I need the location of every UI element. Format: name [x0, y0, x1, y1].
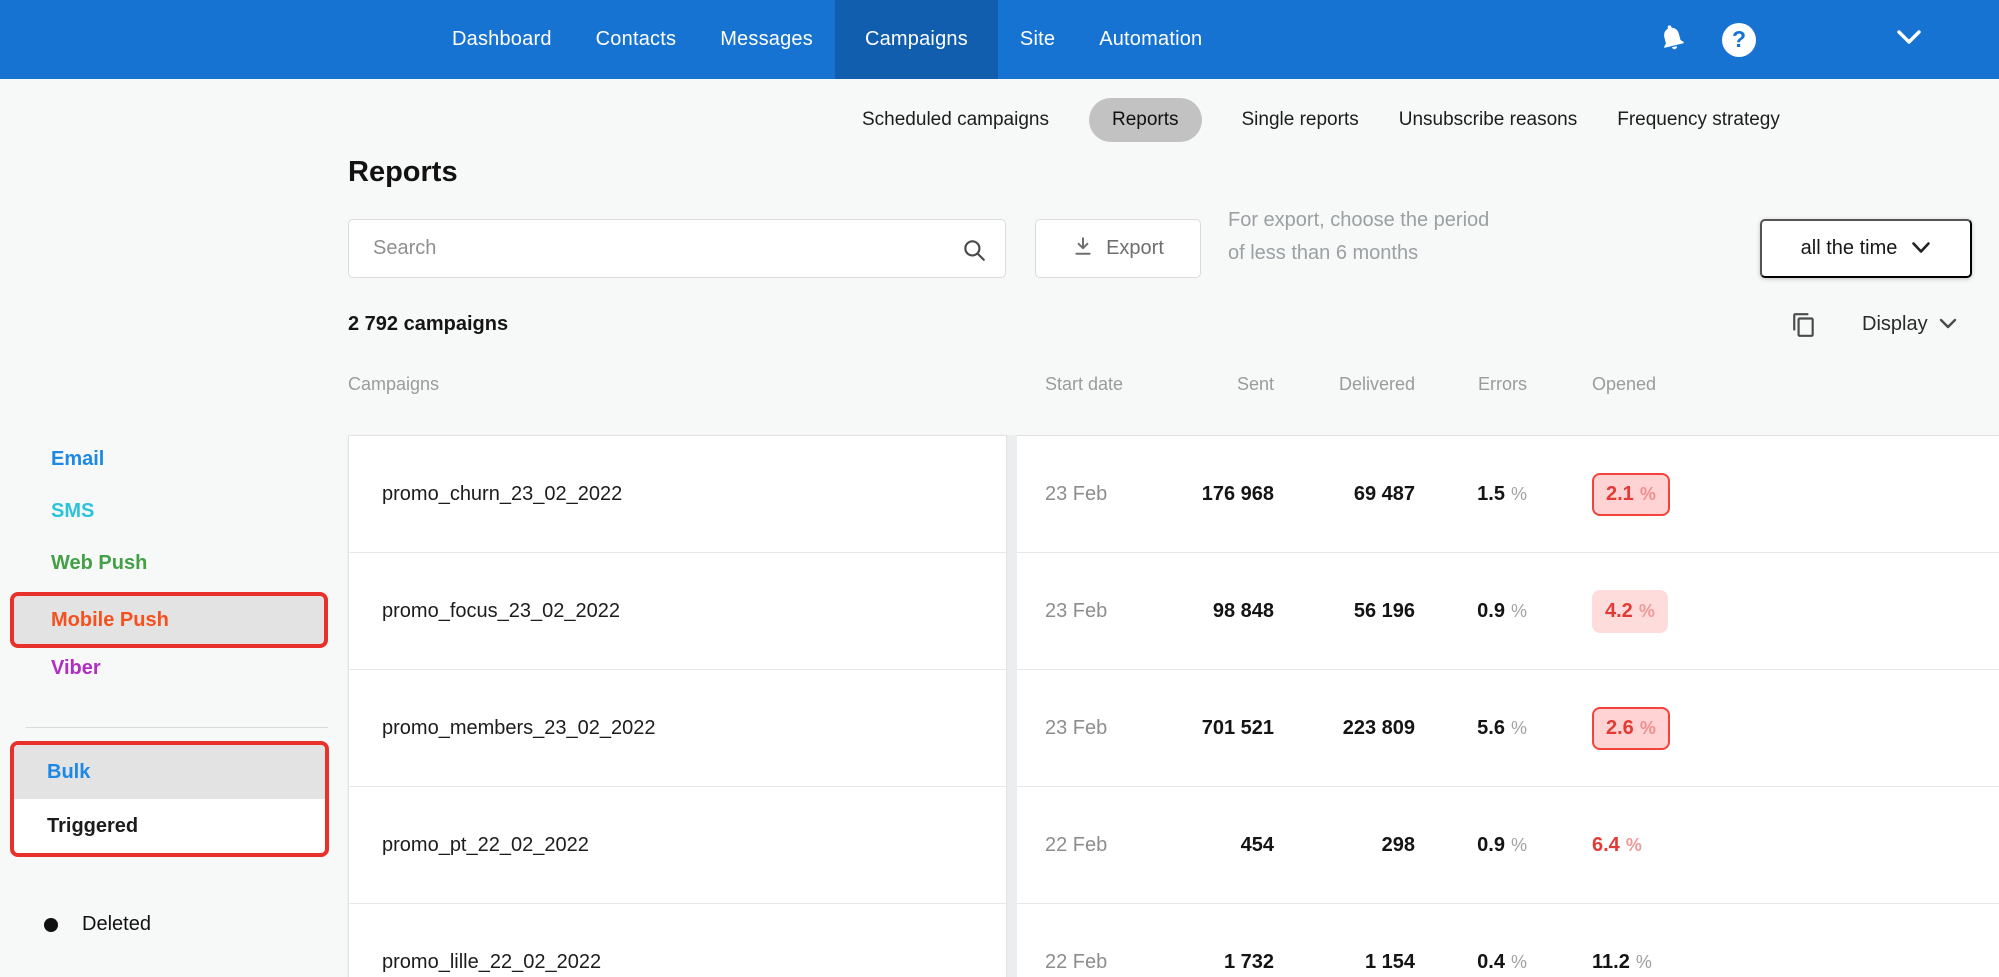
- sidebar-divider: [26, 727, 328, 728]
- table-row[interactable]: 22 Feb 1 732 1 154 0.4% 11.2%: [1017, 904, 1999, 977]
- table-row[interactable]: 22 Feb 454 298 0.9% 6.4%: [1017, 787, 1999, 904]
- opened-rate-badge: 4.2%: [1592, 589, 1668, 633]
- sent-cell: 98 848: [1212, 599, 1274, 622]
- content-copy-icon: [1791, 312, 1817, 341]
- notifications-button[interactable]: [1648, 0, 1696, 79]
- period-label: all the time: [1800, 237, 1898, 259]
- sidebar-item-sms[interactable]: SMS: [51, 498, 94, 524]
- campaigns-subnav: Scheduled campaigns Reports Single repor…: [862, 79, 1780, 161]
- subnav-reports[interactable]: Reports: [1088, 98, 1202, 142]
- opened-cell: 6.4%: [1592, 787, 1642, 903]
- app-window: Dashboard Contacts Messages Campaigns Si…: [0, 0, 1999, 977]
- sent-cell: 176 968: [1201, 482, 1274, 505]
- column-header-errors: Errors: [1478, 374, 1527, 394]
- export-button[interactable]: Export: [1035, 219, 1201, 278]
- bell-icon: [1657, 22, 1687, 57]
- sidebar-item-triggered[interactable]: Triggered: [14, 799, 325, 853]
- campaign-stats-column: 23 Feb 176 968 69 487 1.5% 2.1% 23 Feb 9…: [1017, 435, 1999, 977]
- start-date-cell: 22 Feb: [1045, 950, 1108, 973]
- page-title: Reports: [348, 156, 458, 188]
- delivered-cell: 223 809: [1342, 716, 1415, 739]
- opened-rate-badge: 11.2%: [1592, 950, 1652, 973]
- delivered-cell: 298: [1381, 833, 1415, 856]
- subnav-unsubscribe-reasons[interactable]: Unsubscribe reasons: [1399, 109, 1577, 131]
- errors-cell: 1.5%: [1477, 482, 1527, 505]
- sidebar-item-email[interactable]: Email: [51, 446, 104, 472]
- chevron-down-icon: [1939, 313, 1957, 336]
- nav-messages[interactable]: Messages: [698, 0, 835, 79]
- sidebar-item-viber[interactable]: Viber: [51, 655, 101, 681]
- opened-rate-badge: 2.6%: [1592, 706, 1670, 750]
- opened-rate-badge: 2.1%: [1592, 472, 1670, 516]
- table-row-name[interactable]: promo_lille_22_02_2022: [349, 904, 1006, 977]
- column-header-campaigns: Campaigns: [348, 374, 440, 394]
- nav-dashboard[interactable]: Dashboard: [430, 0, 574, 79]
- subnav-scheduled-campaigns[interactable]: Scheduled campaigns: [862, 109, 1049, 131]
- column-header-delivered: Delivered: [1338, 374, 1415, 394]
- help-icon: ?: [1722, 22, 1756, 57]
- download-icon: [1072, 235, 1094, 263]
- sent-cell: 454: [1240, 833, 1274, 856]
- errors-cell: 0.9%: [1477, 599, 1527, 622]
- sent-cell: 701 521: [1201, 716, 1274, 739]
- delivered-cell: 56 196: [1353, 599, 1415, 622]
- sidebar-item-bulk[interactable]: Bulk: [14, 745, 325, 799]
- table-row-name[interactable]: promo_pt_22_02_2022: [349, 787, 1006, 904]
- highlight-box-mobile-push: Mobile Push: [10, 592, 328, 648]
- deleted-dot-icon: [44, 917, 58, 932]
- table-row[interactable]: 23 Feb 176 968 69 487 1.5% 2.1%: [1017, 436, 1999, 553]
- column-header-opened: Opened: [1592, 374, 1657, 394]
- export-label: Export: [1106, 237, 1164, 259]
- sent-cell: 1 732: [1223, 950, 1274, 973]
- table-row-name[interactable]: promo_focus_23_02_2022: [349, 553, 1006, 670]
- delivered-cell: 1 154: [1364, 950, 1415, 973]
- chevron-down-icon: [1896, 29, 1922, 50]
- nav-site[interactable]: Site: [998, 0, 1077, 79]
- sidebar-item-mobile-push[interactable]: Mobile Push: [51, 609, 169, 632]
- subnav-single-reports[interactable]: Single reports: [1242, 109, 1359, 131]
- display-dropdown[interactable]: Display: [1862, 313, 1957, 336]
- help-button[interactable]: ?: [1714, 0, 1764, 79]
- opened-cell: 2.6%: [1592, 670, 1670, 786]
- sidebar-item-web-push[interactable]: Web Push: [51, 550, 147, 576]
- opened-cell: 2.1%: [1592, 436, 1670, 552]
- nav-contacts[interactable]: Contacts: [574, 0, 699, 79]
- search-box: [348, 219, 1006, 278]
- table-row-name[interactable]: promo_churn_23_02_2022: [349, 436, 1006, 553]
- display-settings-button[interactable]: [1788, 310, 1820, 342]
- table-row-name[interactable]: promo_members_23_02_2022: [349, 670, 1006, 787]
- highlight-box-campaign-types: Bulk Triggered: [10, 741, 329, 857]
- errors-cell: 0.9%: [1477, 833, 1527, 856]
- campaign-name-column: promo_churn_23_02_2022 promo_focus_23_02…: [348, 435, 1007, 977]
- errors-cell: 0.4%: [1477, 950, 1527, 973]
- start-date-cell: 22 Feb: [1045, 833, 1108, 856]
- delivered-cell: 69 487: [1353, 482, 1415, 505]
- display-label: Display: [1862, 313, 1928, 335]
- deleted-label: Deleted: [82, 913, 151, 935]
- export-note: For export, choose the period of less th…: [1228, 209, 1490, 264]
- opened-cell: 11.2%: [1592, 904, 1652, 977]
- start-date-cell: 23 Feb: [1045, 716, 1108, 739]
- table-row[interactable]: 23 Feb 701 521 223 809 5.6% 2.6%: [1017, 670, 1999, 787]
- chevron-down-icon: [1911, 237, 1931, 260]
- campaign-count: 2 792 campaigns: [348, 313, 509, 335]
- account-menu-button[interactable]: [1882, 0, 1936, 79]
- search-icon[interactable]: [961, 237, 987, 268]
- search-input[interactable]: [349, 220, 1005, 277]
- nav-automation[interactable]: Automation: [1077, 0, 1224, 79]
- column-header-sent: Sent: [1236, 374, 1274, 394]
- subnav-frequency-strategy[interactable]: Frequency strategy: [1617, 109, 1780, 131]
- top-navigation: Dashboard Contacts Messages Campaigns Si…: [0, 0, 1999, 79]
- table-row[interactable]: 23 Feb 98 848 56 196 0.9% 4.2%: [1017, 553, 1999, 670]
- nav-campaigns[interactable]: Campaigns: [834, 0, 998, 79]
- opened-cell: 4.2%: [1592, 553, 1668, 669]
- period-selector-button[interactable]: all the time: [1760, 219, 1972, 278]
- sidebar-item-deleted[interactable]: Deleted: [44, 913, 151, 936]
- errors-cell: 5.6%: [1477, 716, 1527, 739]
- start-date-cell: 23 Feb: [1045, 482, 1108, 505]
- column-header-start-date: Start date: [1045, 374, 1124, 394]
- frozen-column-gap: [1007, 435, 1017, 977]
- start-date-cell: 23 Feb: [1045, 599, 1108, 622]
- opened-rate-badge: 6.4%: [1592, 833, 1642, 856]
